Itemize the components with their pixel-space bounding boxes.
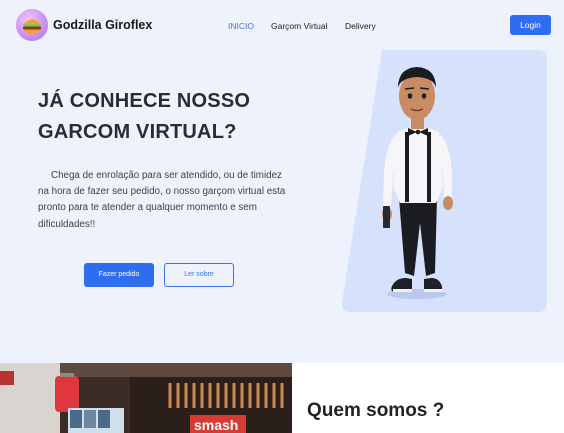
fazer-pedido-button[interactable]: Fazer pedido	[84, 263, 154, 287]
top-navbar: Godzilla Giroflex INICIO Garçom Virtual …	[0, 0, 564, 52]
sign-text: smash	[194, 417, 238, 433]
hero-title-line-1: JÁ CONHECE NOSSO	[38, 90, 251, 112]
virtual-waiter-illustration	[341, 50, 547, 312]
burger-logo-icon[interactable]	[16, 9, 48, 41]
hero-title-line-2: GARCOM VIRTUAL?	[38, 121, 237, 143]
nav-item-delivery[interactable]: Delivery	[345, 21, 376, 31]
hero-description: Chega de enrolação para ser atendido, ou…	[38, 170, 286, 230]
login-button[interactable]: Login	[510, 15, 551, 35]
hero-title: JÁ CONHECE NOSSO GARCOM VIRTUAL?	[38, 86, 338, 148]
brand-name[interactable]: Godzilla Giroflex	[53, 18, 152, 32]
about-title: Quem somos ?	[307, 400, 445, 421]
nav-item-inicio[interactable]: INICIO	[228, 21, 254, 31]
about-panel: Quem somos ?	[292, 363, 564, 433]
nav-item-garcom-virtual[interactable]: Garçom Virtual	[271, 21, 328, 31]
ler-sobre-button[interactable]: Ler sobre	[164, 263, 234, 287]
restaurant-photo: smash	[0, 363, 292, 433]
